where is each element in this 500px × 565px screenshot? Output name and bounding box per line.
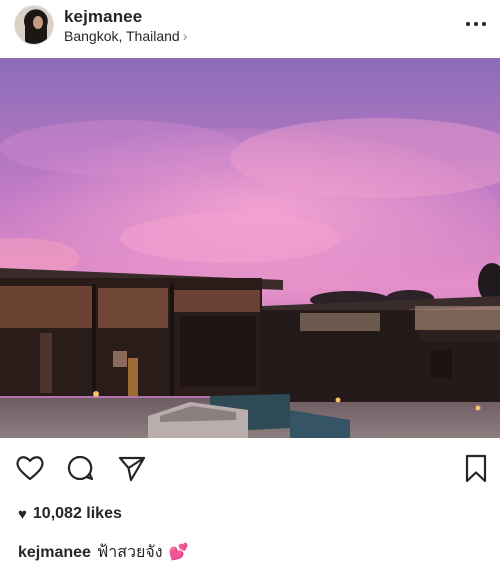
- post-photo[interactable]: [0, 58, 500, 438]
- caption-emoji: 💕: [168, 544, 189, 561]
- likes-heart-icon: ♥: [18, 505, 27, 523]
- post-location[interactable]: Bangkok, Thailand ›: [64, 28, 187, 44]
- caption-username[interactable]: kejmanee: [18, 544, 91, 561]
- heart-icon[interactable]: [14, 452, 46, 484]
- likes-count[interactable]: ♥ 10,082 likes: [18, 505, 122, 523]
- send-icon[interactable]: [116, 452, 148, 484]
- caption-text: ฟ้าสวยจัง: [96, 544, 163, 561]
- profile-avatar[interactable]: [14, 5, 54, 45]
- sunset-house-image: [0, 58, 500, 438]
- avatar-face: [33, 16, 43, 29]
- likes-text: 10,082 likes: [32, 505, 122, 522]
- post-username[interactable]: kejmanee: [64, 7, 142, 27]
- chevron-right-icon: ›: [182, 28, 188, 44]
- action-bar: [0, 438, 500, 494]
- more-options-icon[interactable]: [464, 13, 488, 33]
- post-header: kejmanee Bangkok, Thailand ›: [0, 0, 500, 58]
- post-caption: kejmanee ฟ้าสวยจัง 💕: [18, 540, 188, 565]
- comment-icon[interactable]: [64, 452, 96, 484]
- bookmark-icon[interactable]: [460, 452, 492, 484]
- location-text: Bangkok, Thailand: [64, 28, 180, 44]
